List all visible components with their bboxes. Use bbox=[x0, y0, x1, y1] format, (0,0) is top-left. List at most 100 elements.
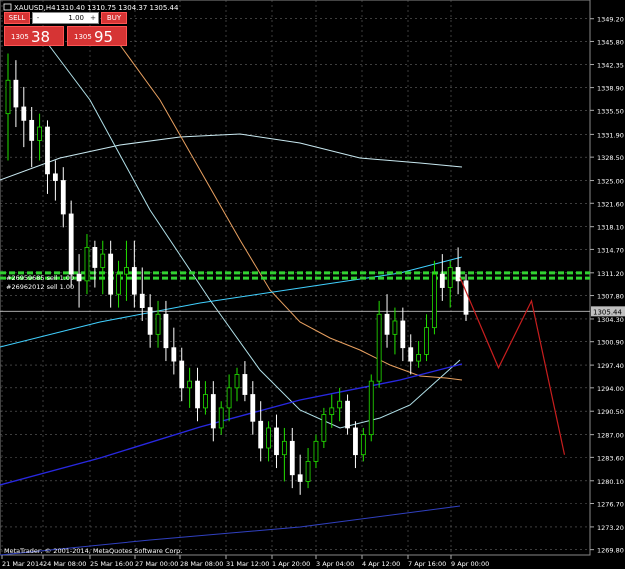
candle-body bbox=[424, 327, 429, 355]
moving-average-lines bbox=[0, 39, 463, 556]
candle-body bbox=[274, 427, 279, 456]
y-tick-label: 1304.30 bbox=[597, 316, 624, 324]
one-click-trading-panel: SELL - 1.00 + BUY 1305 38 1305 95 bbox=[4, 12, 127, 46]
y-tick-label: 1318.10 bbox=[597, 224, 624, 232]
ask-price-pips: 95 bbox=[94, 28, 114, 46]
candle-body bbox=[147, 307, 153, 335]
projection-line bbox=[459, 277, 566, 455]
candle-body bbox=[60, 180, 66, 215]
candle-body bbox=[5, 79, 11, 115]
x-tick-label: 4 Apr 12:00 bbox=[362, 560, 400, 568]
x-tick-label: 21 Mar 2014 bbox=[2, 560, 43, 568]
ohlc-values: 1310.40 1310.75 1304.37 1305.44 bbox=[56, 4, 179, 12]
candle-body bbox=[392, 320, 398, 335]
sell-button[interactable]: SELL bbox=[4, 12, 30, 24]
candle-body bbox=[179, 360, 185, 389]
projection-path bbox=[459, 277, 566, 455]
current-price-label: 1305.44 bbox=[593, 308, 622, 316]
lower-trend-line bbox=[0, 363, 463, 486]
y-tick-label: 1328.50 bbox=[597, 154, 624, 162]
y-tick-label: 1290.50 bbox=[597, 408, 624, 416]
candle-body bbox=[439, 273, 445, 288]
y-tick-label: 1297.40 bbox=[597, 362, 624, 370]
y-tick-label: 1300.90 bbox=[597, 339, 624, 347]
order-label-1: #26959685 sell 1.00 bbox=[6, 274, 74, 282]
candle-body bbox=[76, 273, 82, 282]
copyright-text: MetaTrader, © 2001-2014, MetaQuotes Soft… bbox=[4, 547, 182, 555]
x-tick-label: 9 Apr 00:00 bbox=[451, 560, 489, 568]
ask-price-button[interactable]: 1305 95 bbox=[67, 26, 127, 46]
y-tick-label: 1287.00 bbox=[597, 432, 624, 440]
candle-body bbox=[432, 273, 437, 329]
y-tick-label: 1269.80 bbox=[597, 547, 624, 555]
candle-body bbox=[337, 400, 343, 409]
candle-body bbox=[447, 267, 453, 288]
symbol-label: XAUUSD,H4 bbox=[14, 4, 56, 12]
candle-body bbox=[68, 213, 74, 275]
candle-body bbox=[124, 267, 129, 275]
candle-body bbox=[92, 247, 98, 268]
y-tick-label: 1314.70 bbox=[597, 246, 624, 254]
ma-mid-line bbox=[44, 39, 461, 429]
candle-body bbox=[376, 313, 382, 382]
candle-body bbox=[100, 253, 106, 268]
candle-body bbox=[195, 380, 200, 409]
lot-increase-button[interactable]: + bbox=[89, 13, 97, 23]
y-tick-label: 1335.50 bbox=[597, 107, 624, 115]
y-tick-label: 1338.90 bbox=[597, 85, 624, 93]
candle-body bbox=[305, 460, 311, 482]
y-tick-label: 1283.60 bbox=[597, 454, 624, 462]
y-tick-label: 1311.20 bbox=[597, 270, 624, 278]
candle-body bbox=[416, 353, 422, 362]
candle-body bbox=[218, 407, 224, 429]
x-tick-label: 3 Apr 04:00 bbox=[316, 560, 354, 568]
candle-body bbox=[84, 247, 90, 282]
price-axis: 1349.20 1345.80 1342.35 1338.90 1335.50 1331.… bbox=[590, 16, 624, 555]
candle-body bbox=[353, 427, 358, 456]
candle-body bbox=[226, 387, 232, 409]
y-tick-label: 1307.80 bbox=[597, 293, 624, 301]
time-axis: 21 Mar 2014 24 Mar 08:00 25 Mar 16:00 27 Ma… bbox=[1, 555, 489, 568]
candle-body bbox=[139, 293, 145, 308]
lot-decrease-button[interactable]: - bbox=[34, 13, 42, 23]
candle-body bbox=[21, 106, 27, 121]
y-tick-label: 1294.00 bbox=[597, 385, 624, 393]
candle-body bbox=[400, 320, 406, 349]
bid-price-button[interactable]: 1305 38 bbox=[4, 26, 64, 46]
candle-body bbox=[52, 173, 58, 181]
candle-body bbox=[321, 414, 327, 442]
candle-body bbox=[37, 126, 42, 141]
lot-size-value[interactable]: 1.00 bbox=[47, 13, 84, 23]
candle-body bbox=[171, 347, 177, 362]
candle-body bbox=[281, 440, 287, 456]
y-tick-label: 1276.70 bbox=[597, 501, 624, 509]
candle-body bbox=[455, 267, 461, 282]
candle-body bbox=[360, 434, 366, 456]
candle-body bbox=[408, 347, 414, 362]
x-tick-label: 24 Mar 08:00 bbox=[43, 560, 86, 568]
candle-body bbox=[210, 394, 216, 429]
y-tick-label: 1345.80 bbox=[597, 38, 624, 46]
x-tick-label: 27 Mar 00:00 bbox=[135, 560, 178, 568]
candle-body bbox=[313, 440, 319, 462]
lot-size-field[interactable]: - 1.00 + bbox=[32, 12, 99, 24]
x-tick-label: 1 Apr 20:00 bbox=[272, 560, 310, 568]
y-tick-label: 1325.00 bbox=[597, 178, 624, 186]
candle-body bbox=[463, 280, 469, 315]
candle-body bbox=[368, 380, 374, 436]
buy-button[interactable]: BUY bbox=[101, 12, 127, 24]
candle-body bbox=[329, 407, 335, 415]
ma-fast-line bbox=[119, 44, 463, 381]
price-chart[interactable]: 1349.20 1345.80 1342.35 1338.90 1335.50 1331.… bbox=[0, 0, 625, 569]
candle-body bbox=[384, 313, 390, 335]
x-tick-label: 28 Mar 08:00 bbox=[180, 560, 223, 568]
candle-body bbox=[163, 313, 169, 349]
y-tick-label: 1321.60 bbox=[597, 200, 624, 208]
x-tick-label: 25 Mar 16:00 bbox=[90, 560, 133, 568]
ask-price-prefix: 1305 bbox=[74, 33, 92, 41]
candle-body bbox=[155, 313, 161, 335]
x-tick-label: 7 Apr 16:00 bbox=[408, 560, 446, 568]
y-tick-label: 1331.90 bbox=[597, 131, 624, 139]
x-tick-label: 31 Mar 12:00 bbox=[226, 560, 269, 568]
candle-body bbox=[242, 374, 248, 395]
